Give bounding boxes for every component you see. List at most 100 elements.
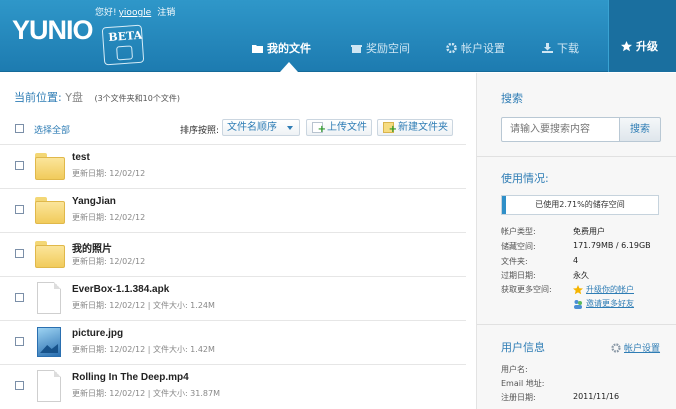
top-header: YUNIO BETA 您好! yioogle 注销 我的文件 奖励空间 帐户设置 下… <box>0 0 676 72</box>
file-meta: 更新日期: 12/02/12 | 文件大小: 1.42M <box>72 345 215 354</box>
drive-name[interactable]: Y盘 <box>65 91 83 104</box>
download-icon <box>542 43 553 53</box>
usage-text: 已使用2.71%的储存空间 <box>535 200 625 209</box>
upload-file-icon <box>312 122 326 137</box>
row-checkbox[interactable] <box>15 161 24 170</box>
file-meta: 更新日期: 12/02/12 | 文件大小: 1.24M <box>72 301 215 310</box>
document-icon <box>37 370 61 402</box>
upgrade-account-link[interactable]: 升级你的帐户 <box>573 284 634 295</box>
divider <box>477 324 676 325</box>
username-link[interactable]: yioogle <box>119 8 152 18</box>
logout-link[interactable]: 注销 <box>157 8 175 18</box>
folder-icon <box>35 195 65 225</box>
location-label: 当前位置: <box>14 91 62 104</box>
star-icon <box>573 284 583 294</box>
gift-icon <box>351 45 362 53</box>
yunio-logo[interactable]: YUNIO <box>12 15 94 46</box>
expire-label: 过期日期: <box>501 271 536 280</box>
invite-friends-label: 邀请更多好友 <box>586 299 634 308</box>
star-icon <box>621 40 632 51</box>
nav-download[interactable]: 下载 <box>542 38 579 58</box>
file-row[interactable]: Rolling In The Deep.mp4 更新日期: 12/02/12 |… <box>0 364 466 407</box>
item-count: (3个文件夹和10个文件) <box>94 94 180 103</box>
robot-icon <box>116 45 134 61</box>
row-checkbox[interactable] <box>15 293 24 302</box>
sort-value: 文件名顺序 <box>227 122 277 133</box>
row-checkbox[interactable] <box>15 205 24 214</box>
beta-label: BETA <box>107 28 143 44</box>
username-label: 用户名: <box>501 365 528 374</box>
image-icon <box>37 327 61 357</box>
folder-icon <box>35 151 65 181</box>
nav-my-files[interactable]: 我的文件 <box>252 38 311 58</box>
account-type-row: 帐户类型: 免费用户 <box>501 226 605 237</box>
expire-value: 永久 <box>573 271 589 280</box>
account-type-value: 免费用户 <box>573 227 605 236</box>
folders-row: 文件夹: 4 <box>501 256 578 267</box>
file-meta: 更新日期: 12/02/12 <box>72 169 146 178</box>
storage-label: 储藏空间: <box>501 242 536 251</box>
account-settings-label: 帐户设置 <box>624 344 661 354</box>
invite-row: 邀请更多好友 <box>501 298 634 309</box>
file-row[interactable]: test 更新日期: 12/02/12 <box>0 144 466 187</box>
folder-icon <box>252 45 263 53</box>
right-sidebar: 搜索 搜索 使用情况: 已使用2.71%的储存空间 帐户类型: 免费用户 储藏空… <box>476 73 676 409</box>
file-name[interactable]: YangJian <box>72 196 116 207</box>
file-row[interactable]: 我的照片 更新日期: 12/02/12 <box>0 232 466 275</box>
select-all-checkbox[interactable] <box>15 124 24 133</box>
file-row[interactable]: picture.jpg 更新日期: 12/02/12 | 文件大小: 1.42M <box>0 320 466 363</box>
username-row: 用户名: <box>501 364 573 375</box>
nav-account-settings[interactable]: 帐户设置 <box>446 38 505 58</box>
upload-button[interactable]: 上传文件 <box>306 119 372 137</box>
row-checkbox[interactable] <box>15 249 24 258</box>
folders-label: 文件夹: <box>501 257 528 266</box>
users-icon <box>574 299 582 309</box>
gear-icon <box>446 43 457 53</box>
divider <box>477 156 676 157</box>
file-name[interactable]: test <box>72 152 90 163</box>
folders-value: 4 <box>573 256 579 265</box>
greeting-bar: 您好! yioogle 注销 <box>95 5 175 18</box>
file-row[interactable]: EverBox-1.1.384.apk 更新日期: 12/02/12 | 文件大… <box>0 276 466 319</box>
storage-row: 储藏空间: 171.79MB / 6.19GB <box>501 241 651 252</box>
row-checkbox[interactable] <box>15 381 24 390</box>
file-row[interactable]: YangJian 更新日期: 12/02/12 <box>0 188 466 231</box>
new-folder-button[interactable]: 新建文件夹 <box>377 119 453 137</box>
upgrade-tab[interactable]: 升级 <box>608 0 676 72</box>
upgrade-label: 升级 <box>636 40 658 53</box>
search-button[interactable]: 搜索 <box>619 117 661 142</box>
invite-spacer <box>501 298 573 309</box>
search-input[interactable] <box>501 117 620 142</box>
nav-label: 下载 <box>557 42 579 55</box>
register-date-label: 注册日期: <box>501 393 536 402</box>
file-toolbar: 选择全部 排序按照: 文件名顺序 上传文件 新建文件夹 <box>0 116 476 142</box>
file-name[interactable]: 我的照片 <box>72 240 112 255</box>
nav-label: 奖励空间 <box>366 42 410 55</box>
more-space-label: 获取更多空间: <box>501 285 552 294</box>
invite-friends-link[interactable]: 邀请更多好友 <box>573 298 634 309</box>
sort-dropdown[interactable]: 文件名顺序 <box>222 119 300 136</box>
gear-icon <box>611 342 621 353</box>
file-name[interactable]: picture.jpg <box>72 328 123 339</box>
storage-value: 171.79MB / 6.19GB <box>573 241 651 250</box>
file-name[interactable]: Rolling In The Deep.mp4 <box>72 372 189 383</box>
email-row: Email 地址: <box>501 378 573 389</box>
usage-progress-bar: 已使用2.71%的储存空间 <box>501 195 659 215</box>
upgrade-account-label: 升级你的帐户 <box>586 285 634 294</box>
chevron-down-icon <box>287 126 293 130</box>
expire-row: 过期日期: 永久 <box>501 270 589 281</box>
user-info-title: 用户信息 <box>501 341 545 354</box>
breadcrumb: 当前位置: Y盘 (3个文件夹和10个文件) <box>14 89 180 105</box>
account-type-label: 帐户类型: <box>501 227 536 236</box>
file-meta: 更新日期: 12/02/12 <box>72 213 146 222</box>
nav-reward-space[interactable]: 奖励空间 <box>351 38 410 58</box>
file-name[interactable]: EverBox-1.1.384.apk <box>72 284 169 295</box>
select-all-link[interactable]: 选择全部 <box>34 123 70 136</box>
account-settings-link[interactable]: 帐户设置 <box>611 341 660 354</box>
document-icon <box>37 282 61 314</box>
row-checkbox[interactable] <box>15 337 24 346</box>
beta-badge: BETA <box>101 24 145 66</box>
file-meta: 更新日期: 12/02/12 | 文件大小: 31.87M <box>72 389 220 398</box>
new-folder-label: 新建文件夹 <box>398 122 448 133</box>
active-nav-pointer <box>280 62 298 72</box>
